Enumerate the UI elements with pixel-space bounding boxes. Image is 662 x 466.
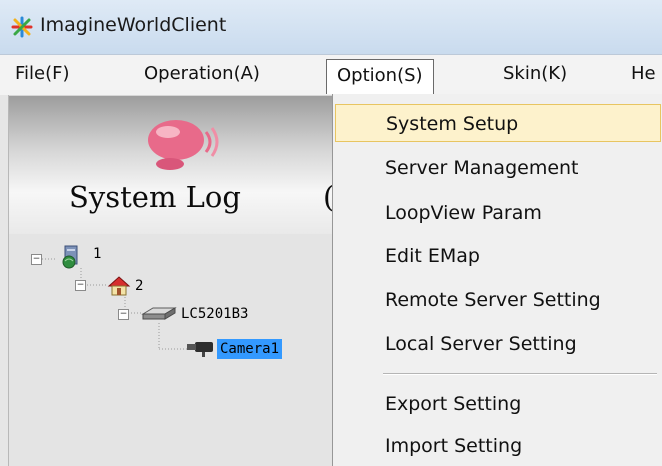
left-frame-edge xyxy=(0,95,9,466)
tree-node-site[interactable]: 2 xyxy=(135,276,143,296)
balloon-icon xyxy=(148,120,219,170)
expander-toggle[interactable]: − xyxy=(75,280,86,291)
menu-operation[interactable]: Operation(A) xyxy=(144,61,260,87)
house-icon xyxy=(107,276,131,296)
menu-item-server-management[interactable]: Server Management xyxy=(335,149,661,187)
title-bar: ImagineWorldClient xyxy=(0,0,662,54)
menu-item-export-setting[interactable]: Export Setting xyxy=(335,385,661,423)
menu-file[interactable]: File(F) xyxy=(15,61,70,87)
tree-node-camera[interactable]: Camera1 xyxy=(217,339,283,359)
menu-help[interactable]: He xyxy=(631,61,656,87)
menu-item-loopview-param[interactable]: LoopView Param xyxy=(335,194,661,232)
menu-option[interactable]: Option(S) xyxy=(326,59,434,94)
expander-toggle[interactable]: − xyxy=(118,309,129,320)
system-log-panel[interactable]: System Log ( xyxy=(9,96,339,234)
menu-bar: File(F) Operation(A) Option(S) Skin(K) H… xyxy=(0,54,662,96)
window-title: ImagineWorldClient xyxy=(40,14,227,36)
menu-item-edit-emap[interactable]: Edit EMap xyxy=(335,237,661,275)
expander-toggle[interactable]: − xyxy=(31,254,42,265)
tree-node-device[interactable]: LC5201B3 xyxy=(181,304,248,324)
camera-icon xyxy=(187,342,213,357)
menu-skin[interactable]: Skin(K) xyxy=(503,61,567,87)
tree-node-root[interactable]: 1 xyxy=(93,244,101,264)
device-tree: − 1 − 2 − LC5201B3 Camera1 xyxy=(9,234,339,466)
menu-item-remote-server-setting[interactable]: Remote Server Setting xyxy=(335,281,661,319)
menu-separator xyxy=(383,373,657,375)
server-globe-icon xyxy=(62,245,78,269)
menu-item-import-setting[interactable]: Import Setting xyxy=(335,427,661,465)
option-dropdown-menu: System Setup Server Management LoopView … xyxy=(332,94,662,466)
app-logo-icon xyxy=(11,16,33,38)
dvr-device-icon xyxy=(141,307,177,320)
menu-item-system-setup[interactable]: System Setup xyxy=(335,104,661,142)
menu-item-local-server-setting[interactable]: Local Server Setting xyxy=(335,325,661,363)
system-log-title: System Log xyxy=(69,180,241,214)
